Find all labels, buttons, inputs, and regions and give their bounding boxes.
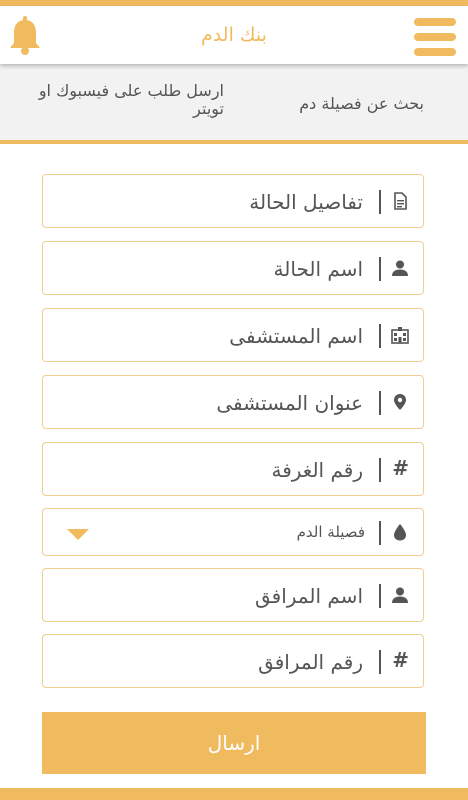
companion-name-input[interactable] xyxy=(61,577,365,615)
field-separator xyxy=(379,324,381,348)
field-separator xyxy=(379,458,381,482)
hospital-icon xyxy=(391,327,409,344)
hamburger-menu-icon[interactable] xyxy=(414,18,456,56)
case-name-field xyxy=(42,241,424,295)
app-title: بنك الدم xyxy=(201,24,267,46)
person-icon xyxy=(392,260,408,276)
bottom-accent-strip xyxy=(0,788,468,800)
companion-name-field xyxy=(42,568,424,622)
companion-number-input[interactable] xyxy=(61,643,365,681)
tab-search-label: بحث عن فصيلة دم xyxy=(299,94,424,113)
field-separator xyxy=(379,391,381,415)
tab-social-label: ارسل طلب على فيسبوك او تويتر xyxy=(38,81,224,118)
location-pin-icon xyxy=(394,394,406,410)
hash-icon: # xyxy=(392,456,409,480)
room-number-input[interactable] xyxy=(61,451,365,489)
field-separator xyxy=(379,521,381,545)
hash-icon: # xyxy=(392,648,409,672)
app-bar: بنك الدم xyxy=(0,6,468,64)
tab-search-blood-type[interactable]: بحث عن فصيلة دم xyxy=(234,64,468,140)
case-details-input[interactable] xyxy=(61,183,365,221)
hospital-address-field xyxy=(42,375,424,429)
hospital-address-input[interactable] xyxy=(61,384,365,422)
blood-type-value: فصيلة الدم xyxy=(296,523,365,541)
person-icon xyxy=(392,587,408,603)
blood-type-select[interactable]: فصيلة الدم xyxy=(42,508,424,556)
tab-social-request[interactable]: ارسل طلب على فيسبوك او تويتر xyxy=(0,64,234,140)
tab-underline xyxy=(234,140,468,144)
chevron-down-icon[interactable] xyxy=(67,529,89,540)
field-separator xyxy=(379,650,381,674)
active-tab-indicator xyxy=(0,140,234,144)
field-separator xyxy=(379,584,381,608)
submit-button[interactable]: ارسال xyxy=(42,712,426,774)
hospital-name-input[interactable] xyxy=(61,317,365,355)
tab-bar: بحث عن فصيلة دم ارسل طلب على فيسبوك او ت… xyxy=(0,64,468,144)
case-name-input[interactable] xyxy=(61,250,365,288)
room-number-field: # xyxy=(42,442,424,496)
field-separator xyxy=(379,190,381,214)
document-icon xyxy=(394,192,407,210)
blood-drop-icon xyxy=(394,524,406,541)
field-separator xyxy=(379,257,381,281)
hospital-name-field xyxy=(42,308,424,362)
case-details-field xyxy=(42,174,424,228)
companion-number-field: # xyxy=(42,634,424,688)
